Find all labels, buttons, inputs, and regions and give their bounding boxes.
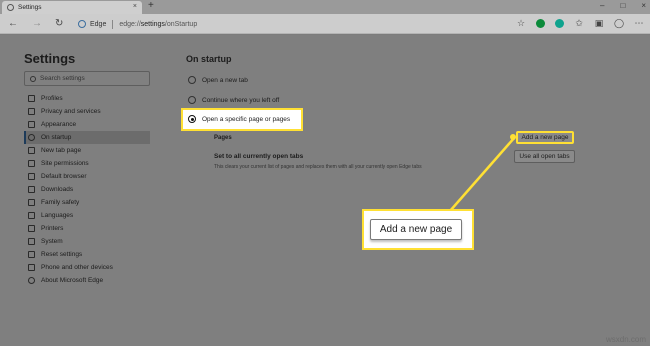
collections-icon[interactable]: ▣ xyxy=(594,18,604,28)
callout-connector xyxy=(449,134,516,212)
tab-title: Settings xyxy=(18,4,42,11)
new-tab-button[interactable]: + xyxy=(148,0,154,11)
toolbar-icons: ☆ ✩ ▣ ◯ ⋯ xyxy=(516,18,644,28)
address-separator xyxy=(112,19,114,29)
extension-icon[interactable] xyxy=(555,18,564,28)
tab-settings[interactable]: Settings × xyxy=(2,1,142,14)
settings-page: Settings Profiles Privacy and services A… xyxy=(0,35,650,346)
refresh-icon[interactable]: ↻ xyxy=(55,18,63,29)
browser-window: Settings × + – □ × ← → ↻ Edge edge:// se… xyxy=(0,0,650,346)
watermark: wsxdn.com xyxy=(605,335,646,344)
window-controls: – □ × xyxy=(600,1,646,10)
favorite-star-icon[interactable]: ☆ xyxy=(516,18,526,28)
favorites-icon[interactable]: ✩ xyxy=(574,18,584,28)
url-prefix: edge:// xyxy=(119,20,141,28)
grammarly-extension-icon[interactable] xyxy=(536,18,545,28)
url-path: settings xyxy=(140,20,165,28)
minimize-button[interactable]: – xyxy=(600,1,604,10)
profile-avatar-icon[interactable]: ◯ xyxy=(614,18,624,28)
tab-close-button[interactable]: × xyxy=(133,3,137,10)
close-window-button[interactable]: × xyxy=(641,1,646,10)
maximize-button[interactable]: □ xyxy=(620,1,625,10)
more-menu-icon[interactable]: ⋯ xyxy=(634,18,644,28)
tab-strip: Settings × + – □ × xyxy=(0,0,650,14)
back-icon[interactable]: ← xyxy=(8,18,18,29)
callout-add-new-page-button[interactable]: Add a new page xyxy=(370,219,462,240)
gear-icon xyxy=(7,4,14,11)
forward-icon[interactable]: → xyxy=(32,18,42,29)
edge-logo-icon xyxy=(78,20,86,28)
url-suffix: /onStartup xyxy=(164,20,198,28)
browser-brand: Edge xyxy=(90,20,107,28)
address-bar[interactable]: Edge edge:// settings /onStartup xyxy=(78,17,488,31)
browser-toolbar: ← → ↻ Edge edge:// settings /onStartup ☆… xyxy=(0,14,650,34)
